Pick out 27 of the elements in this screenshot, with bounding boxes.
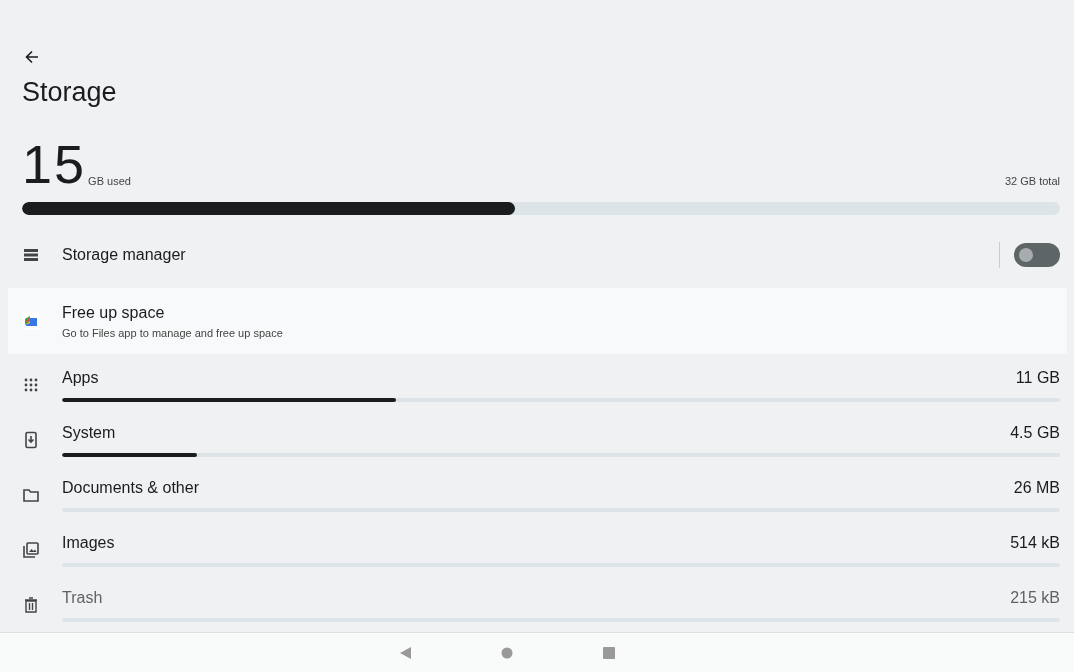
category-label[interactable]: System [62, 423, 116, 444]
back-nav-button[interactable] [398, 645, 412, 660]
category-label[interactable]: Images [62, 533, 115, 554]
free-up-space-item[interactable]: Free up space Go to Files app to manage and free up space [8, 288, 1067, 355]
toggle-switch[interactable] [1014, 243, 1060, 268]
category-size: 26 MB [1013, 478, 1060, 499]
home-nav-button[interactable] [500, 645, 514, 660]
category-size: 514 kB [1010, 533, 1060, 554]
category-size: 4.5 GB [1010, 423, 1060, 444]
phone-download-icon [22, 431, 40, 450]
category-label[interactable]: Trash [62, 588, 103, 609]
category-label[interactable]: Apps [62, 368, 99, 389]
image-stack-icon [22, 541, 40, 560]
recents-nav-button[interactable] [602, 645, 616, 660]
folder-icon [22, 486, 40, 505]
category-label[interactable]: Documents & other [62, 478, 199, 499]
category-size: 11 GB [1015, 368, 1060, 389]
total-capacity: 32 GB total [1004, 173, 1060, 189]
files-app-icon [22, 312, 40, 331]
used-amount: 15 [22, 137, 87, 192]
setting-label: Storage manager [62, 245, 186, 266]
item-subtitle: Go to Files app to manage and free up space [62, 326, 283, 342]
item-title: Free up space [62, 303, 166, 324]
page-title: Storage [22, 76, 118, 109]
category-size: 215 kB [1010, 588, 1060, 609]
used-unit: GB used [88, 173, 131, 189]
trash-icon [22, 596, 40, 615]
